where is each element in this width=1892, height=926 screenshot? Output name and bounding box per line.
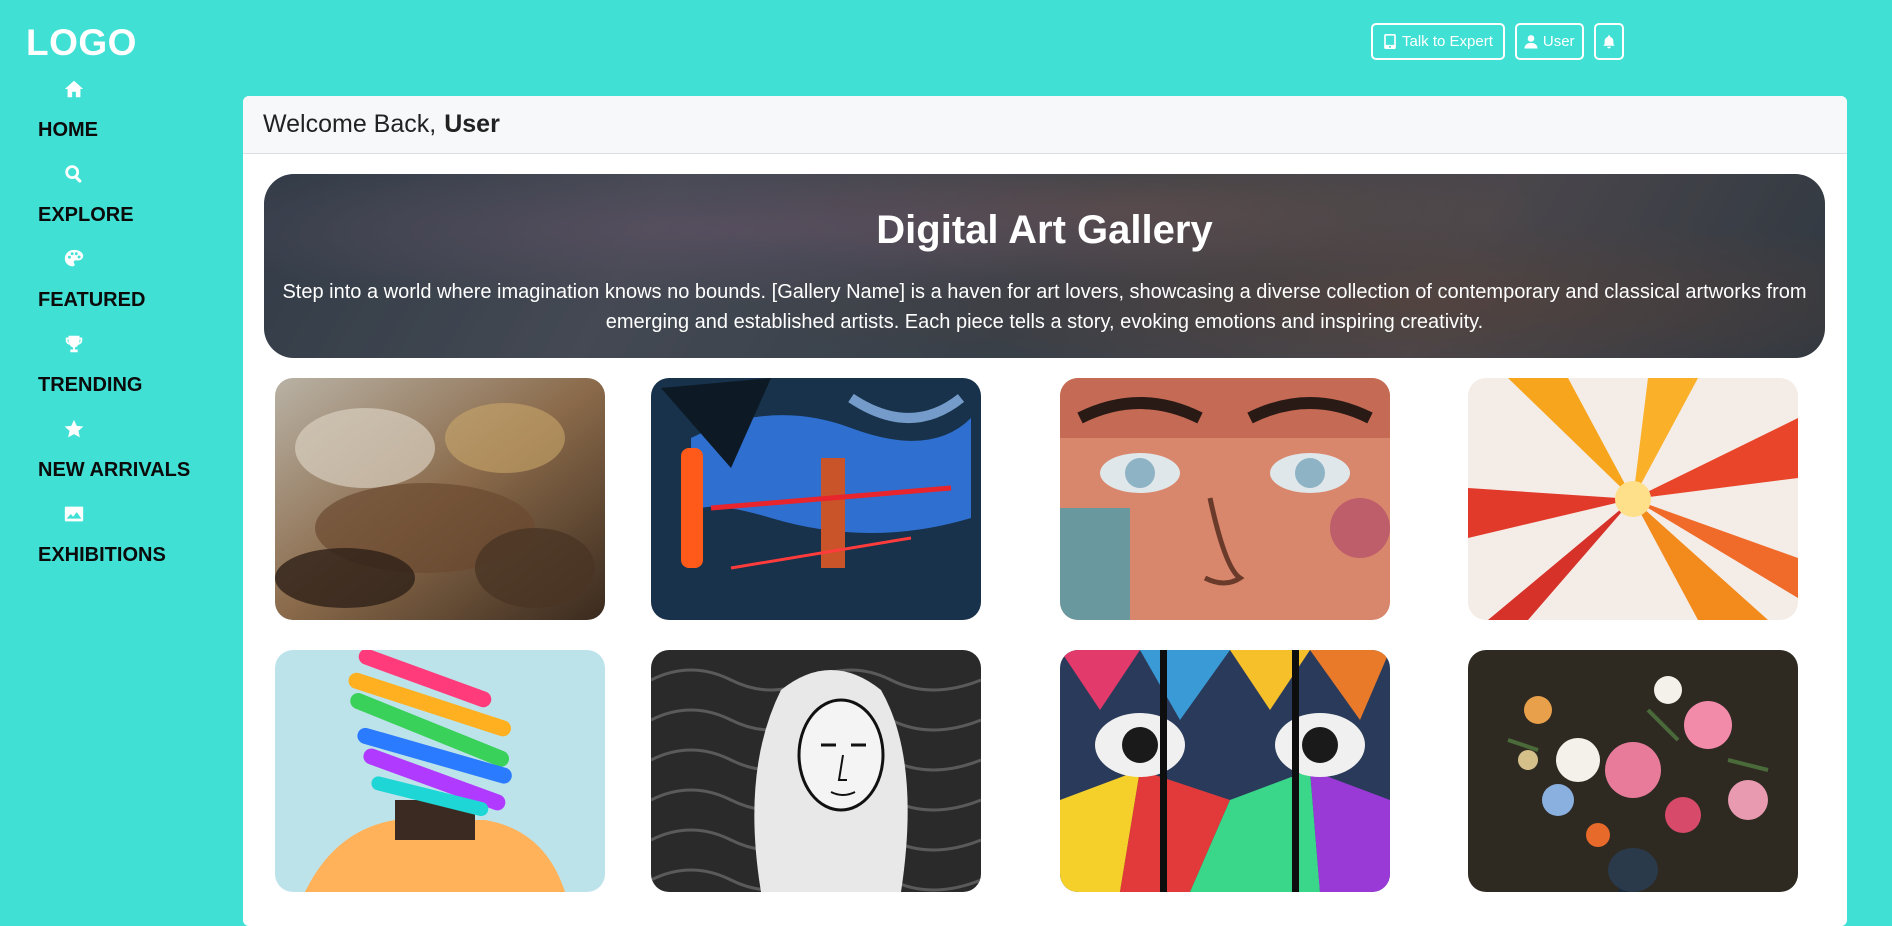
artwork-graffiti-face[interactable] [1060, 378, 1390, 620]
nav-label-exhibitions: EXHIBITIONS [38, 544, 166, 566]
home-icon [62, 77, 86, 101]
orange-fluid-image [1468, 378, 1798, 620]
hero-description: Step into a world where imagination know… [282, 281, 1807, 333]
rainbow-portrait-image [275, 650, 605, 892]
talk-to-expert-button[interactable]: Talk to Expert [1371, 23, 1505, 60]
nav-label-featured: FEATURED [38, 289, 146, 311]
welcome-text: Welcome Back, [263, 110, 437, 138]
nav-label-trending: TRENDING [38, 374, 143, 396]
woman-illustration-image [651, 650, 981, 892]
welcome-header: Welcome Back, User [243, 96, 1847, 154]
user-menu-label: User [1542, 33, 1575, 50]
image-icon [62, 502, 86, 526]
nav-label-home: HOME [38, 119, 98, 141]
mobile-phone-icon [1384, 34, 1396, 49]
hero-title: Digital Art Gallery [876, 208, 1213, 252]
sidebar: LOGO HOME EXPLORE FEATURED TRENDING NEW … [0, 0, 240, 914]
bell-icon [1602, 35, 1615, 49]
search-icon [62, 162, 86, 186]
artwork-blue-abstract[interactable] [651, 378, 981, 620]
palette-icon [62, 247, 86, 271]
artwork-woman-illustration[interactable] [651, 650, 981, 892]
nav-label-explore: EXPLORE [38, 204, 134, 226]
graffiti-face-image [1060, 378, 1390, 620]
nav-label-new-arrivals: NEW ARRIVALS [38, 459, 191, 481]
artwork-baroque-ceiling[interactable] [275, 378, 605, 620]
main-content-card: Welcome Back, User Digital Art Gallery S… [243, 96, 1847, 926]
welcome-username: User [444, 110, 500, 138]
baroque-ceiling-image [275, 378, 605, 620]
flower-still-life-image [1468, 650, 1798, 892]
user-menu-button[interactable]: User [1514, 23, 1584, 60]
artwork-geometric-face[interactable] [1060, 650, 1390, 892]
star-icon [62, 417, 86, 441]
geometric-face-image [1060, 650, 1390, 892]
artwork-orange-fluid[interactable] [1468, 378, 1798, 620]
blue-abstract-image [651, 378, 981, 620]
artwork-gallery [275, 378, 1805, 918]
notifications-button[interactable] [1593, 23, 1624, 60]
logo[interactable]: LOGO [26, 22, 137, 64]
trophy-icon [62, 332, 86, 356]
top-toolbar: Talk to Expert User [1371, 23, 1624, 60]
artwork-rainbow-portrait[interactable] [275, 650, 605, 892]
talk-to-expert-label: Talk to Expert [1402, 33, 1493, 50]
hero-banner: Digital Art Gallery Step into a world wh… [264, 174, 1825, 358]
artwork-flower-still-life[interactable] [1468, 650, 1798, 892]
user-icon [1524, 35, 1538, 49]
